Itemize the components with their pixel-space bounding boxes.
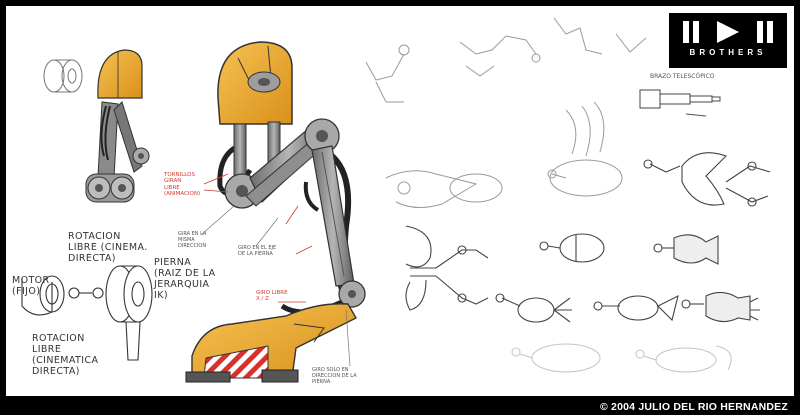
note-giro-direccion-pierna: GIRO SOLO EN DIRECCION DE LA PIERNA [312, 367, 357, 385]
large-leg-drawing [185, 41, 366, 383]
copyright-notice: © 2004 JULIO DEL RIO HERNANDEZ [600, 401, 788, 413]
note-tornillos: TORNILLOS GIRAN LIBRE (ANIMACION) [164, 172, 201, 197]
concept-art-sheet: ROTACION LIBRE (CINEMA. DIRECTA) MOTOR (… [6, 6, 794, 396]
note-motor-fijo: MOTOR (FIJO) [12, 275, 50, 297]
note-giro-libre: GIRO LIBRE X / Z [256, 290, 288, 303]
cylinder-sketch-top [43, 59, 83, 93]
note-giro-eje-pierna: GIRO EN EL EJE DE LA PIERNA [238, 245, 277, 257]
note-brazo-telescopico: BRAZO TELESCÓPICO [650, 73, 715, 80]
note-gira-misma-direccion: GIRA EN LA MISMA DIRECCION [178, 231, 207, 249]
arm-sketches [365, 17, 771, 373]
brothers-logo: BROTHERS [669, 13, 787, 68]
note-rotacion-libre-directa: ROTACION LIBRE (CINEMATICA DIRECTA) [32, 333, 99, 377]
logo-text: BROTHERS [689, 48, 767, 57]
note-pierna: PIERNA (RAIZ DE LA JERARQUIA IK) [154, 257, 216, 301]
small-leg-drawing [85, 49, 150, 203]
pause-play-pause-icon [683, 21, 773, 43]
note-rotacion-libre-cinematica: ROTACION LIBRE (CINEMA. DIRECTA) [68, 231, 148, 264]
